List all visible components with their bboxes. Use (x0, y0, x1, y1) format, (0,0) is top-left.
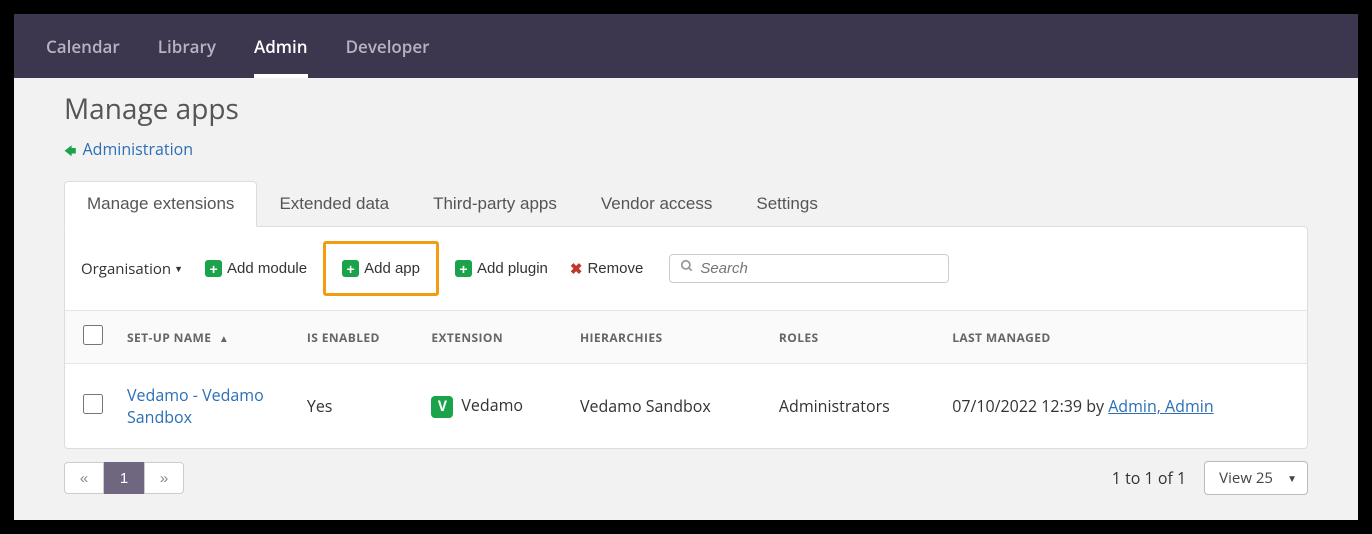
tab-vendor-access[interactable]: Vendor access (579, 181, 735, 227)
col-setup-name[interactable]: SET-UP NAME ▲ (115, 311, 295, 364)
nav-developer[interactable]: Developer (346, 35, 430, 58)
col-hierarchies[interactable]: HIERARCHIES (568, 311, 767, 364)
tab-settings[interactable]: Settings (734, 181, 839, 227)
breadcrumb: 🡄 Administration (64, 138, 1308, 163)
view-size-select[interactable]: View 25 ▼ (1204, 461, 1308, 495)
cell-hierarchies: Vedamo Sandbox (568, 364, 767, 449)
tab-extended-data[interactable]: Extended data (257, 181, 411, 227)
table-footer: « 1 » 1 to 1 of 1 View 25 ▼ (64, 449, 1308, 507)
tab-third-party-apps[interactable]: Third-party apps (411, 181, 579, 227)
tab-manage-extensions[interactable]: Manage extensions (64, 181, 257, 227)
admin-user-link[interactable]: Admin, Admin (1108, 395, 1213, 417)
pagination-range: 1 to 1 of 1 (1112, 467, 1186, 489)
nav-admin[interactable]: Admin (254, 35, 308, 58)
remove-button[interactable]: ✖ Remove (564, 256, 649, 282)
search-input[interactable] (700, 260, 938, 277)
extensions-table: SET-UP NAME ▲ IS ENABLED EXTENSION HIERA… (65, 310, 1307, 448)
organisation-label: Organisation (81, 259, 171, 279)
search-icon (680, 259, 694, 278)
col-is-enabled[interactable]: IS ENABLED (295, 311, 420, 364)
tabs: Manage extensions Extended data Third-pa… (64, 181, 1308, 227)
add-app-label: Add app (364, 260, 420, 277)
breadcrumb-link[interactable]: Administration (83, 138, 194, 160)
page-title: Manage apps (64, 90, 1308, 128)
row-checkbox[interactable] (83, 394, 103, 414)
col-roles[interactable]: ROLES (767, 311, 940, 364)
organisation-dropdown[interactable]: Organisation ▼ (81, 259, 183, 279)
add-plugin-button[interactable]: + Add plugin (449, 256, 554, 281)
top-nav: Calendar Library Admin Developer (14, 14, 1358, 78)
plus-icon: + (455, 260, 472, 277)
select-all-checkbox[interactable] (83, 325, 103, 345)
x-icon: ✖ (570, 260, 583, 278)
sort-asc-icon: ▲ (219, 331, 229, 345)
cell-roles: Administrators (767, 364, 940, 449)
pager-next-button[interactable]: » (144, 462, 184, 494)
cell-last-managed: 07/10/2022 12:39 by Admin, Admin (940, 364, 1307, 449)
plus-icon: + (342, 260, 359, 277)
table-row: Vedamo - Vedamo Sandbox Yes VVedamo Veda… (65, 364, 1307, 449)
remove-label: Remove (587, 260, 643, 277)
panel: Organisation ▼ + Add module + Add app + … (64, 226, 1308, 449)
add-module-label: Add module (227, 260, 307, 277)
pager-prev-button[interactable]: « (64, 462, 104, 494)
nav-library[interactable]: Library (158, 35, 216, 58)
toolbar: Organisation ▼ + Add module + Add app + … (65, 227, 1307, 310)
back-arrow-icon: 🡄 (64, 142, 76, 159)
col-last-managed[interactable]: LAST MANAGED (940, 311, 1307, 364)
add-module-button[interactable]: + Add module (199, 256, 313, 281)
add-app-button[interactable]: + Add app (336, 256, 426, 281)
setup-name-link[interactable]: Vedamo - Vedamo Sandbox (127, 384, 264, 428)
nav-calendar[interactable]: Calendar (46, 35, 120, 58)
plus-icon: + (205, 260, 222, 277)
pager-page-1[interactable]: 1 (104, 462, 144, 494)
caret-down-icon: ▼ (174, 262, 183, 275)
col-extension[interactable]: EXTENSION (419, 311, 568, 364)
caret-down-icon: ▼ (1287, 471, 1297, 485)
cell-is-enabled: Yes (295, 364, 420, 449)
extension-badge-icon: V (431, 396, 453, 418)
pager: « 1 » (64, 462, 184, 494)
add-plugin-label: Add plugin (477, 260, 548, 277)
highlight-box: + Add app (323, 241, 439, 296)
search-box[interactable] (669, 254, 949, 283)
cell-extension: VVedamo (419, 364, 568, 449)
